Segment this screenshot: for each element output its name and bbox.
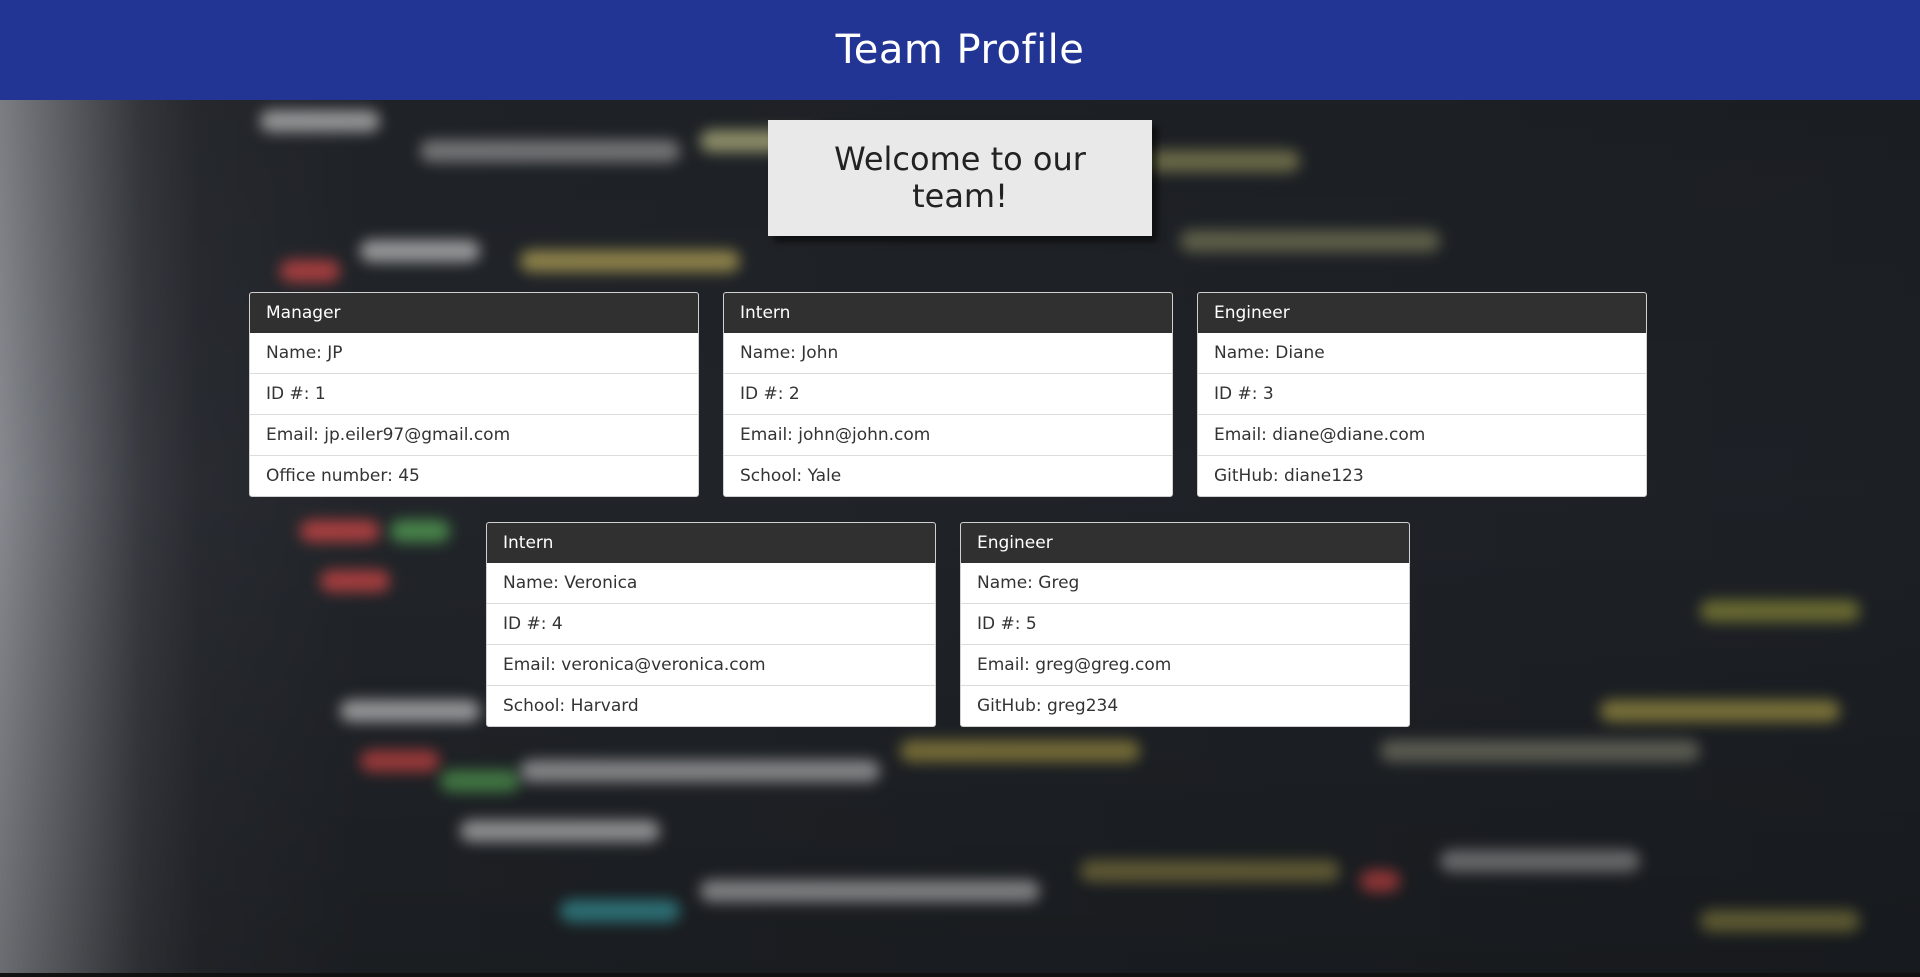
card-name: Name: Diane xyxy=(1214,343,1325,363)
card-id: ID #: 5 xyxy=(961,603,1409,644)
card-github: GitHub: diane123 xyxy=(1198,455,1646,496)
card-name: Name: Veronica xyxy=(503,573,638,593)
card-role: Engineer xyxy=(1198,293,1646,333)
card-school: School: Yale xyxy=(724,455,1172,496)
card-github: GitHub: greg234 xyxy=(961,685,1409,726)
employee-card-manager: Manager Name: JP ID #: 1 Email: jp.eiler… xyxy=(249,292,699,497)
card-details: Name: JP ID #: 1 Email: jp.eiler97@gmail… xyxy=(250,333,698,496)
card-id: ID #: 3 xyxy=(1198,373,1646,414)
card-email: Email: veronica@veronica.com xyxy=(487,644,935,685)
card-id: ID #: 4 xyxy=(487,603,935,644)
card-role: Intern xyxy=(487,523,935,563)
employee-card-intern: Intern Name: John ID #: 2 Email: john@jo… xyxy=(723,292,1173,497)
card-details: Name: Diane ID #: 3 Email: diane@diane.c… xyxy=(1198,333,1646,496)
card-school: School: Harvard xyxy=(487,685,935,726)
card-id: ID #: 1 xyxy=(250,373,698,414)
card-details: Name: Greg ID #: 5 Email: greg@greg.com … xyxy=(961,563,1409,726)
welcome-box: Welcome to our team! xyxy=(768,120,1152,236)
card-details: Name: Veronica ID #: 4 Email: veronica@v… xyxy=(487,563,935,726)
card-office-number: Office number: 45 xyxy=(250,455,698,496)
card-id: ID #: 2 xyxy=(724,373,1172,414)
card-email: Email: john@john.com xyxy=(724,414,1172,455)
employee-card-intern: Intern Name: Veronica ID #: 4 Email: ver… xyxy=(486,522,936,727)
bottom-edge-bar xyxy=(0,973,1920,977)
card-email: Email: greg@greg.com xyxy=(961,644,1409,685)
card-name: Name: JP xyxy=(266,343,343,363)
welcome-text: Welcome to our team! xyxy=(834,140,1086,215)
card-details: Name: John ID #: 2 Email: john@john.com … xyxy=(724,333,1172,496)
card-role: Engineer xyxy=(961,523,1409,563)
card-email: Email: jp.eiler97@gmail.com xyxy=(250,414,698,455)
card-email: Email: diane@diane.com xyxy=(1198,414,1646,455)
employee-card-engineer: Engineer Name: Diane ID #: 3 Email: dian… xyxy=(1197,292,1647,497)
page-title: Team Profile xyxy=(835,27,1085,73)
employee-card-engineer: Engineer Name: Greg ID #: 5 Email: greg@… xyxy=(960,522,1410,727)
card-role: Intern xyxy=(724,293,1172,333)
card-name: Name: Greg xyxy=(977,573,1080,593)
card-role: Manager xyxy=(250,293,698,333)
card-name: Name: John xyxy=(740,343,839,363)
page-header: Team Profile xyxy=(0,0,1920,100)
